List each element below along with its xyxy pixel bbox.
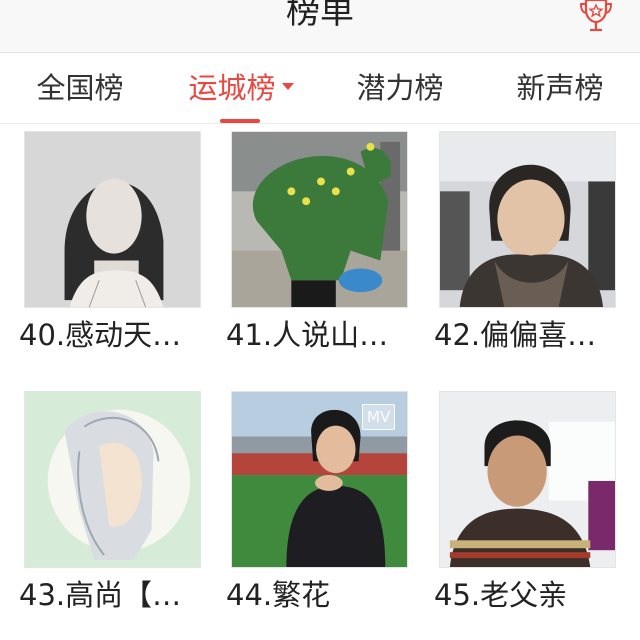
- ranking-card[interactable]: 41.人说山…: [226, 131, 408, 361]
- song-title: 42.偏偏喜…: [434, 318, 597, 352]
- tab-label: 全国榜: [36, 71, 124, 105]
- song-title: 40.感动天…: [19, 318, 182, 352]
- ranking-card[interactable]: 42.偏偏喜…: [434, 131, 616, 361]
- tab-label: 潜力榜: [356, 71, 444, 105]
- tab-national[interactable]: 全国榜: [20, 53, 140, 123]
- tab-label: 运城榜: [188, 71, 276, 105]
- song-title: 45.老父亲: [434, 578, 568, 612]
- cover-image: [231, 131, 408, 308]
- tab-new-voice[interactable]: 新声榜: [500, 53, 620, 123]
- cover-image: [24, 391, 201, 568]
- cover-image: MV: [231, 391, 408, 568]
- ranking-card[interactable]: 40.感动天…: [19, 131, 201, 361]
- cover-image: [439, 391, 616, 568]
- trophy-icon[interactable]: [578, 0, 614, 36]
- active-tab-indicator: [220, 119, 260, 123]
- tab-yuncheng[interactable]: 运城榜: [176, 53, 306, 123]
- song-title: 41.人说山…: [226, 318, 389, 352]
- ranking-card[interactable]: 45.老父亲: [434, 391, 616, 621]
- ranking-card[interactable]: MV 44.繁花: [226, 391, 408, 621]
- header-bar: 榜单: [0, 0, 640, 53]
- song-title: 43.高尚【…: [19, 578, 182, 612]
- page-title: 榜单: [286, 0, 354, 32]
- cover-image: [24, 131, 201, 308]
- tab-potential[interactable]: 潜力榜: [340, 53, 460, 123]
- mv-badge: MV: [362, 404, 396, 430]
- song-title: 44.繁花: [226, 578, 331, 612]
- caret-down-icon: [281, 82, 294, 90]
- ranking-card[interactable]: 43.高尚【…: [19, 391, 201, 621]
- cover-image: [439, 131, 616, 308]
- ranking-tabs: 全国榜 运城榜 潜力榜 新声榜: [0, 53, 640, 124]
- tab-label: 新声榜: [516, 71, 604, 105]
